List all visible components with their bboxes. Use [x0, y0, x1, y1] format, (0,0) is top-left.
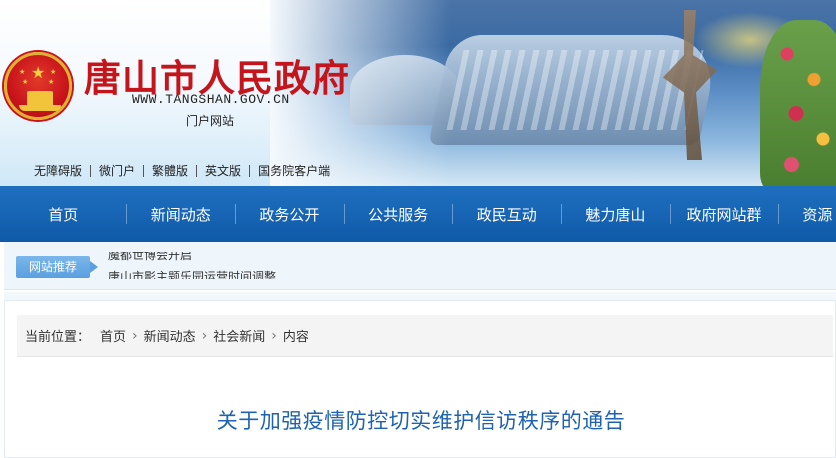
national-emblem-icon[interactable]: ★ ★ ★ ★ ★ — [4, 52, 72, 120]
nav-item-news[interactable]: 新闻动态 — [126, 186, 235, 242]
quick-link-traditional[interactable]: 繁體版 — [144, 164, 196, 178]
site-portal-label: 门户网站 — [186, 114, 235, 128]
recommend-bar: 网站推荐 魔都世博会开启 唐山市影主题乐园运营时间调整 — [4, 242, 836, 290]
recommend-item[interactable]: 魔都世博会开启 — [108, 252, 192, 263]
emblem-big-star-icon: ★ — [31, 63, 46, 82]
breadcrumb-current: 内容 — [282, 330, 309, 345]
section-divider — [4, 292, 836, 300]
banner-building-stripes — [446, 50, 704, 130]
recommend-item[interactable]: 唐山市影主题乐园运营时间调整 — [108, 268, 276, 279]
quick-link-accessible[interactable]: 无障碍版 — [26, 164, 90, 178]
breadcrumb-chevron-icon: › — [201, 327, 208, 344]
emblem-small-star-icon: ★ — [48, 78, 55, 86]
site-domain: WWW.TANGSHAN.GOV.CN — [132, 92, 290, 107]
quick-links: 无障碍版 微门户 繁體版 英文版 国务院客户端 — [26, 162, 338, 180]
breadcrumb: 当前位置： 首页 › 新闻动态 › 社会新闻 › 内容 — [17, 315, 833, 357]
quick-link-state-council-app[interactable]: 国务院客户端 — [250, 164, 338, 178]
nav-item-public-service[interactable]: 公共服务 — [343, 186, 453, 242]
content-panel: 当前位置： 首页 › 新闻动态 › 社会新闻 › 内容 关于加强疫情防控切实维护… — [4, 300, 836, 458]
emblem-gate-icon — [27, 91, 53, 105]
nav-item-charm-tangshan[interactable]: 魅力唐山 — [561, 186, 670, 242]
breadcrumb-news[interactable]: 新闻动态 — [144, 326, 196, 345]
emblem-small-star-icon: ★ — [19, 68, 26, 76]
recommend-badge: 网站推荐 — [16, 256, 98, 278]
quick-link-english[interactable]: 英文版 — [197, 164, 249, 178]
nav-item-resources[interactable]: 资源 — [778, 186, 836, 242]
nav-item-gov-affairs[interactable]: 政务公开 — [235, 186, 344, 242]
emblem-small-star-icon: ★ — [50, 68, 57, 76]
article-title: 关于加强疫情防控切实维护信访秩序的通告 — [216, 409, 626, 433]
breadcrumb-home[interactable]: 首页 — [100, 326, 126, 345]
breadcrumb-chevron-icon: › — [132, 327, 138, 344]
nav-item-home[interactable]: 首页 — [0, 186, 126, 242]
emblem-base-icon — [19, 105, 61, 111]
banner-flower-sculpture — [760, 20, 836, 186]
breadcrumb-chevron-icon: › — [271, 327, 277, 344]
nav-item-interaction[interactable]: 政民互动 — [452, 186, 561, 242]
quick-link-micro-portal[interactable]: 微门户 — [91, 164, 143, 178]
main-nav: 首页 新闻动态 政务公开 公共服务 政民互动 魅力唐山 政府网站群 资源 — [0, 186, 836, 242]
breadcrumb-label: 当前位置： — [25, 330, 91, 345]
nav-item-site-group[interactable]: 政府网站群 — [669, 186, 779, 242]
site-header: ★ ★ ★ ★ ★ 唐山市人民政府 WWW.TANGSHAN.GOV.CN 门户… — [0, 0, 836, 186]
recommend-ticker: 魔都世博会开启 唐山市影主题乐园运营时间调整 — [108, 242, 508, 290]
breadcrumb-social-news[interactable]: 社会新闻 — [213, 326, 265, 345]
emblem-small-star-icon: ★ — [22, 78, 29, 86]
